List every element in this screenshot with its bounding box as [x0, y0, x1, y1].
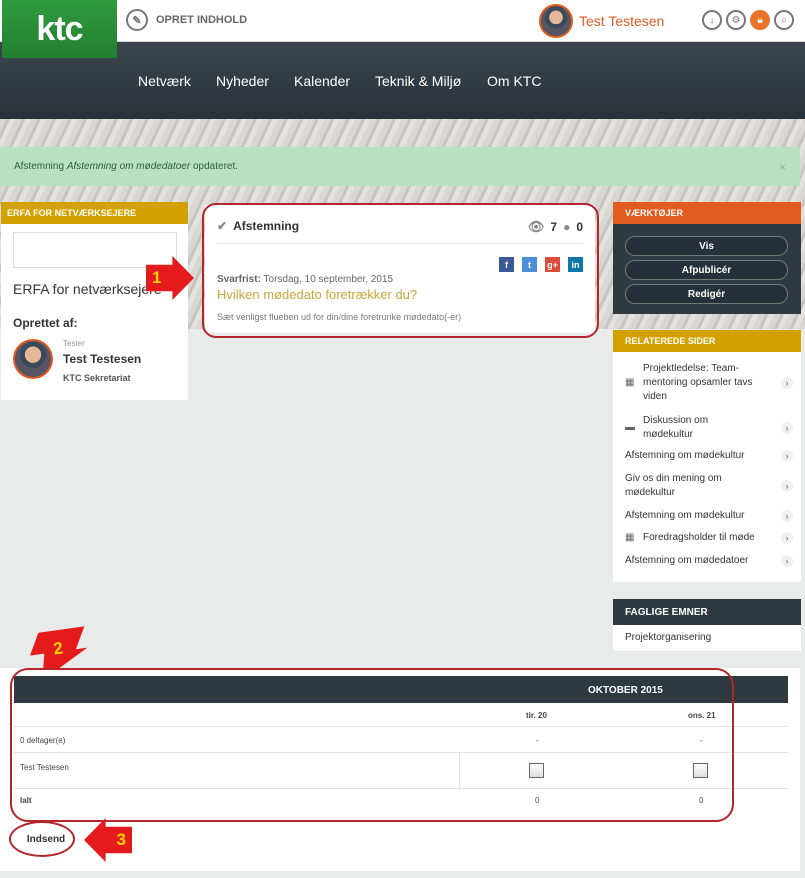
- close-icon[interactable]: ×: [779, 160, 786, 174]
- creator-role: Tester: [63, 339, 85, 348]
- chevron-right-icon: ›: [781, 480, 793, 492]
- calculator-icon: ▦: [625, 532, 635, 543]
- lock-icon[interactable]: 🔒︎: [750, 10, 770, 30]
- chevron-right-icon: ›: [781, 422, 793, 434]
- chevron-right-icon: ›: [781, 555, 793, 567]
- avatar: [539, 4, 573, 38]
- nav-item-teknik-miljo[interactable]: Teknik & Miljø: [375, 73, 461, 89]
- created-by-label: Oprettet af:: [13, 316, 78, 330]
- related-item-label: Giv os din mening om mødekultur: [625, 473, 722, 498]
- tools-panel: VÆRKTØJER Vis Afpublicér Redigér: [613, 202, 801, 314]
- chevron-right-icon: ›: [781, 532, 793, 544]
- creator-name[interactable]: Test Testesen: [63, 352, 141, 366]
- creator-avatar[interactable]: [13, 339, 53, 379]
- header-tools: ↓ ⚙ 🔒︎ ⌕: [702, 10, 794, 30]
- edit-button[interactable]: Redigér: [625, 284, 788, 304]
- creator-org: KTC Sekretariat: [63, 373, 131, 383]
- annotation-number-1: 1: [152, 268, 162, 287]
- main-nav: Netværk Nyheder Kalender Teknik & Miljø …: [0, 42, 805, 119]
- related-item-label: Diskussion om mødekultur: [643, 415, 709, 440]
- alert-suffix: opdateret.: [190, 161, 239, 172]
- alert-item-title: Afstemning om mødedatoer: [66, 161, 191, 172]
- annotation-ring-3: [9, 821, 75, 857]
- download-icon[interactable]: ↓: [702, 10, 722, 30]
- erfa-image-placeholder: [13, 232, 177, 268]
- related-item[interactable]: ▦ Foredragsholder til møde ›: [625, 531, 793, 545]
- search-icon[interactable]: ⌕: [774, 10, 794, 30]
- related-item[interactable]: ▬ Diskussion om mødekultur ›: [625, 414, 793, 442]
- unpublish-button[interactable]: Afpublicér: [625, 260, 788, 280]
- top-bar: ktc ✎ OPRET INDHOLD Test Testesen ↓ ⚙ 🔒︎…: [0, 0, 805, 58]
- nav-item-netvaerk[interactable]: Netværk: [138, 73, 191, 89]
- chevron-right-icon: ›: [781, 377, 793, 389]
- edit-icon: ✎: [126, 9, 148, 31]
- erfa-name[interactable]: ERFA for netværksejere: [13, 281, 162, 297]
- status-alert: Afstemning Afstemning om mødedatoer opda…: [0, 147, 800, 186]
- nav-item-nyheder[interactable]: Nyheder: [216, 73, 269, 89]
- user-menu[interactable]: Test Testesen: [539, 4, 664, 38]
- related-item[interactable]: ▦ Projektledelse: Team-mentoring opsamler…: [625, 362, 793, 404]
- nav-item-om-ktc[interactable]: Om KTC: [487, 73, 541, 89]
- ktc-logo[interactable]: ktc: [2, 0, 117, 58]
- annotation-ring-2: [10, 668, 734, 822]
- related-item[interactable]: Afstemning om mødekultur ›: [625, 449, 793, 463]
- view-button[interactable]: Vis: [625, 236, 788, 256]
- related-item-label: Afstemning om mødekultur: [625, 510, 745, 521]
- create-content-label: OPRET INDHOLD: [156, 14, 248, 26]
- nav-item-kalender[interactable]: Kalender: [294, 73, 350, 89]
- related-pages-panel: RELATEREDE SIDER ▦ Projektledelse: Team-m…: [613, 330, 801, 582]
- annotation-number-3: 3: [116, 830, 126, 849]
- gear-icon[interactable]: ⚙: [726, 10, 746, 30]
- chevron-right-icon: ›: [781, 510, 793, 522]
- erfa-panel: ERFA FOR NETVÆRKSEJERE ERFA for netværks…: [1, 202, 188, 400]
- chevron-right-icon: ›: [781, 450, 793, 462]
- discussion-icon: ▬: [625, 422, 635, 433]
- subject-item[interactable]: Projektorganisering: [625, 632, 711, 643]
- erfa-header: ERFA FOR NETVÆRKSEJERE: [1, 202, 188, 224]
- related-header: RELATEREDE SIDER: [613, 330, 801, 352]
- related-item-label: Projektledelse: Team-mentoring opsamler …: [643, 363, 753, 402]
- user-name: Test Testesen: [579, 13, 665, 29]
- related-item-label: Foredragsholder til møde: [643, 532, 755, 543]
- related-item[interactable]: Giv os din mening om mødekultur ›: [625, 472, 793, 500]
- alert-prefix: Afstemning: [14, 161, 67, 172]
- annotation-ring-1: [202, 203, 599, 338]
- related-item-label: Afstemning om mødedatoer: [625, 555, 749, 566]
- tools-header: VÆRKTØJER: [613, 202, 801, 224]
- related-item[interactable]: Afstemning om mødedatoer ›: [625, 554, 793, 568]
- related-item[interactable]: Afstemning om mødekultur ›: [625, 509, 793, 523]
- create-content-button[interactable]: ✎ OPRET INDHOLD: [126, 9, 247, 31]
- related-item-label: Afstemning om mødekultur: [625, 450, 745, 461]
- subjects-header: FAGLIGE EMNER: [613, 599, 801, 625]
- annotation-number-2: 2: [52, 638, 65, 659]
- calculator-icon: ▦: [625, 377, 635, 388]
- subjects-panel: FAGLIGE EMNER Projektorganisering: [613, 599, 801, 651]
